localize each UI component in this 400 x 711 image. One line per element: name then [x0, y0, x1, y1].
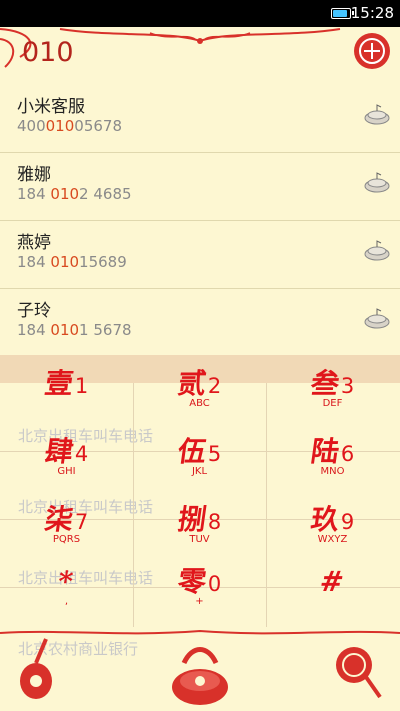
status-bar: 15:28	[0, 0, 400, 27]
dial-query: 010	[22, 37, 74, 68]
dialer-header: 010	[0, 27, 400, 85]
key-7[interactable]: 柒7 PQRS	[0, 503, 133, 571]
contact-item[interactable]: 小米客服 40001005678	[0, 85, 400, 153]
key-hash[interactable]: #	[266, 565, 399, 633]
contact-name: 子玲	[17, 301, 51, 321]
contact-item[interactable]: 雅娜 184 0102 4685	[0, 153, 400, 221]
seal-icon	[354, 33, 390, 69]
call-icon[interactable]	[364, 239, 390, 261]
contact-number: 184 01015689	[17, 253, 127, 271]
pipa-menu-icon[interactable]	[12, 637, 62, 701]
contact-number: 40001005678	[17, 117, 122, 135]
call-icon[interactable]	[364, 171, 390, 193]
key-0[interactable]: 零0 +	[133, 565, 266, 633]
call-icon[interactable]	[364, 307, 390, 329]
dial-keypad: 北京出租车叫车电话 北京出租车叫车电话 北京出租车叫车电话 北京农村商业银行 壹…	[0, 355, 400, 658]
battery-icon	[331, 8, 354, 19]
key-5[interactable]: 伍5 JKL	[133, 435, 266, 503]
key-3[interactable]: 叁3 DEF	[266, 367, 399, 435]
footer-bar	[0, 627, 400, 711]
contact-item[interactable]: 燕婷 184 01015689	[0, 221, 400, 289]
delete-drum-icon[interactable]	[330, 643, 382, 699]
key-6[interactable]: 陆6 MNO	[266, 435, 399, 503]
contact-number: 184 0102 4685	[17, 185, 132, 203]
key-2[interactable]: 贰2 ABC	[133, 367, 266, 435]
call-icon[interactable]	[364, 103, 390, 125]
contact-name: 燕婷	[17, 233, 51, 253]
contact-name: 雅娜	[17, 165, 51, 185]
status-time: 15:28	[350, 4, 394, 22]
contact-name: 小米客服	[17, 97, 85, 117]
key-4[interactable]: 肆4 GHI	[0, 435, 133, 503]
contact-list: 小米客服 40001005678 雅娜 184 0102 4685 燕婷 184…	[0, 85, 400, 357]
dial-call-button[interactable]	[164, 641, 236, 707]
contact-number: 184 0101 5678	[17, 321, 132, 339]
key-9[interactable]: 玖9 WXYZ	[266, 503, 399, 571]
key-star[interactable]: *,	[0, 565, 133, 633]
contact-item[interactable]: 子玲 184 0101 5678	[0, 289, 400, 357]
key-1[interactable]: 壹1	[0, 367, 133, 435]
key-8[interactable]: 捌8 TUV	[133, 503, 266, 571]
